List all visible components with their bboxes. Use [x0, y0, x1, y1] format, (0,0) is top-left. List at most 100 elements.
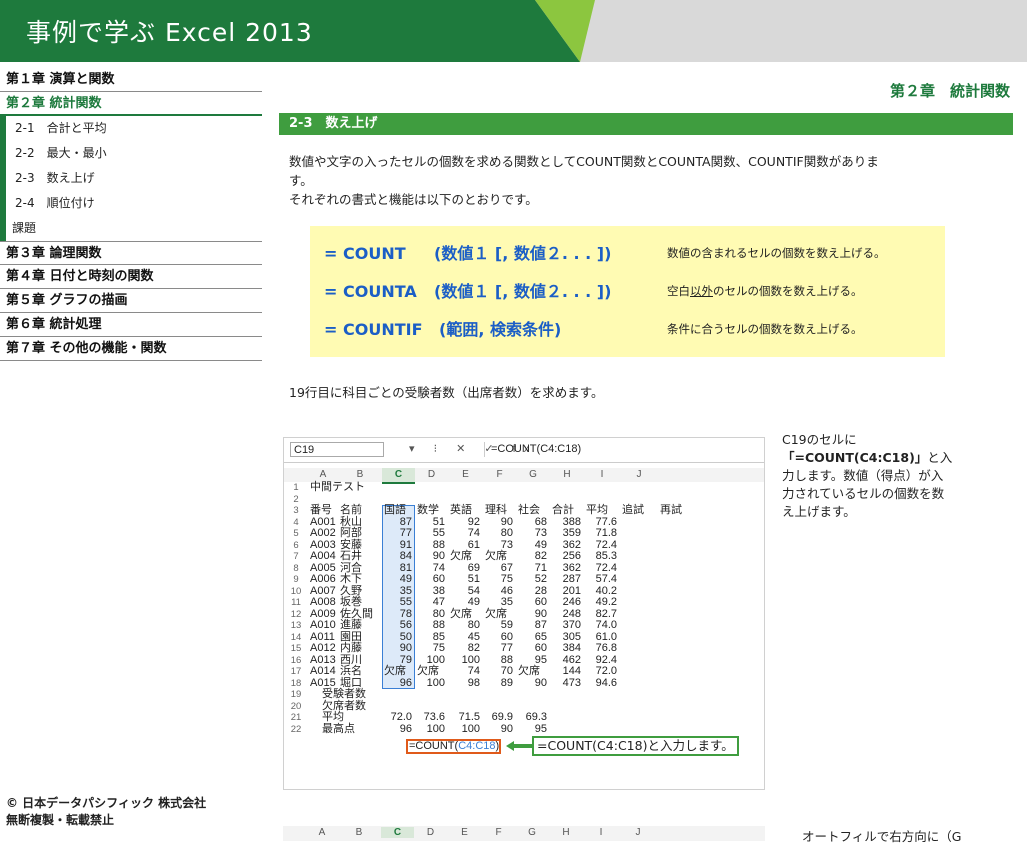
sheet-cell: A014 — [310, 665, 336, 677]
column-header-f: F — [496, 469, 503, 480]
sheet-row: 20 欠席者数 — [284, 700, 764, 713]
sheet-cell: 55 — [432, 527, 445, 539]
column-header-c: C — [381, 827, 414, 838]
row-number: 6 — [293, 539, 299, 551]
sheet-cell: 84 — [399, 550, 412, 562]
sidebar-nav: 第１章 演算と関数 第２章 統計関数 2-1 合計と平均 2-2 最大・最小 2… — [0, 68, 262, 361]
formula-bar-value: =COUNT(C4:C18) — [484, 442, 761, 457]
sheet-cell: 82 — [534, 550, 547, 562]
site-title: 事例で学ぶ Excel 2013 — [26, 18, 313, 47]
nav-chapter-3[interactable]: 第３章 論理関数 — [0, 241, 262, 265]
nav-chapter-5[interactable]: 第５章 グラフの描画 — [0, 289, 262, 313]
nav-sub-exercise[interactable]: 課題 — [6, 216, 262, 241]
side-text: と入 — [927, 450, 953, 465]
desc-part: のセルの個数を数え上げる。 — [713, 284, 863, 298]
desc-underlined: 以外 — [690, 284, 713, 298]
nav-sub-2-4[interactable]: 2-4 順位付け — [6, 191, 262, 216]
sheet-cell: 70 — [500, 665, 513, 677]
sheet-cell: 75 — [432, 642, 445, 654]
row-number: 18 — [290, 677, 302, 689]
sheet-cell: 番号 — [310, 504, 332, 516]
sheet-cell: 60 — [534, 642, 547, 654]
sheet-cell: 中間テスト — [310, 481, 365, 493]
column-header-e: E — [461, 827, 468, 838]
side-line: え上げます。 — [782, 504, 856, 519]
column-header-h: H — [563, 469, 571, 480]
func-name: = COUNT — [324, 244, 406, 263]
nav-chapter-6[interactable]: 第６章 統計処理 — [0, 313, 262, 337]
c19-formula-cell: =COUNT(C4:C18) — [406, 739, 501, 754]
row-number: 5 — [293, 528, 299, 539]
nav-sub-2-2[interactable]: 2-2 最大・最小 — [6, 141, 262, 166]
sheet-cell: 57.4 — [595, 573, 617, 585]
side-formula: 「=COUNT(C4:C18)」 — [782, 450, 928, 465]
sheet-cell: 欠席 — [485, 550, 507, 562]
sheet-cell: 49.2 — [595, 596, 617, 608]
sheet-cell: 75 — [500, 573, 513, 585]
nav-sub-2-1[interactable]: 2-1 合計と平均 — [6, 116, 262, 141]
sheet-cell: 256 — [562, 550, 581, 562]
column-header-g: G — [529, 469, 537, 480]
intro-line-3: それぞれの書式と機能は以下のとおりです。 — [289, 192, 538, 207]
sheet-row: 1 中間テスト — [284, 481, 764, 494]
section-title-bar: 2-3 数え上げ — [279, 113, 1013, 135]
chapter-heading: 第２章 統計関数 — [889, 82, 1010, 100]
sheet-row: 17 A014 浜名 欠席 欠席 74 70 欠席 144 72.0 — [284, 665, 764, 678]
sheet-cell: 社会 — [518, 504, 540, 516]
sheet-cell: 平均 — [322, 711, 344, 723]
row19-instruction: 19行目に科目ごとの受験者数（出席者数）を求めます。 — [289, 385, 604, 400]
row-number: 3 — [293, 505, 299, 516]
row-number: 1 — [293, 482, 299, 493]
sheet-cell: 平均 — [586, 504, 608, 516]
func-args: (範囲, 検索条件) — [439, 320, 562, 339]
nav-chapter-7[interactable]: 第７章 その他の機能・関数 — [0, 337, 262, 361]
sheet-cell: 473 — [562, 676, 581, 689]
left-arrow-icon — [506, 741, 532, 751]
column-header-j: J — [636, 469, 642, 480]
sheet-cell: 阿部 — [340, 527, 362, 539]
nav-chapter-1[interactable]: 第１章 演算と関数 — [0, 68, 262, 92]
func-name: = COUNTIF — [324, 320, 423, 339]
sheet-cell: 100 — [461, 722, 480, 735]
sheet-cell: 98 — [467, 676, 480, 689]
nav-chapter-2[interactable]: 第２章 統計関数 — [0, 92, 262, 116]
sheet-cell: 60 — [534, 596, 547, 608]
formula-part: =COUNT( — [409, 740, 459, 752]
sheet-cell: 100 — [426, 722, 445, 735]
syntax-row-counta: = COUNTA (数値１ [, 数値２. . . ]) — [324, 282, 611, 302]
sheet-cell: 52 — [534, 573, 547, 585]
row-number: 20 — [290, 700, 302, 712]
intro-paragraph: 数値や文字の入ったセルの個数を求める関数としてCOUNT関数とCOUNTA関数、… — [289, 152, 969, 209]
nav-chapter-4[interactable]: 第４章 日付と時刻の関数 — [0, 265, 262, 289]
sheet-cell: 坂巻 — [340, 596, 362, 608]
column-header-g: G — [528, 827, 536, 838]
sheet-cell: 100 — [426, 676, 445, 689]
input-callout: =COUNT(C4:C18)と入力します。 — [532, 736, 739, 756]
formula-part: ) — [495, 740, 500, 752]
sheet-cell: 94.6 — [595, 676, 617, 689]
row-number: 9 — [293, 574, 299, 585]
row-number: 22 — [290, 723, 302, 735]
sheet-row: 3 番号 名前 国語 数学 英語 理科 社会 合計 平均 追試 再試 — [284, 504, 764, 517]
sheet-cell: 74 — [467, 665, 480, 677]
side-line: C19のセルに — [782, 432, 857, 447]
syntax-row-countif: = COUNTIF (範囲, 検索条件) — [324, 320, 561, 340]
sheet-cell: 71.8 — [595, 527, 617, 539]
sheet-cell: 370 — [562, 619, 581, 631]
column-header-f: F — [495, 827, 502, 838]
sheet-cell: A012 — [310, 642, 336, 654]
column-header-d: D — [427, 469, 436, 480]
sheet-cell: A008 — [310, 596, 336, 608]
sheet-cell: 359 — [562, 527, 581, 539]
column-header-i: I — [600, 469, 604, 480]
sheet-cell: 90 — [500, 722, 513, 735]
sheet-cell: 追試 — [622, 504, 644, 516]
sheet-row: 15 A012 内藤 90 75 82 77 60 384 76.8 — [284, 642, 764, 655]
intro-line-1: 数値や文字の入ったセルの個数を求める関数としてCOUNT関数とCOUNTA関数、… — [289, 154, 879, 169]
sheet-cell: 69.9 — [491, 711, 513, 723]
sheet-cell: A006 — [310, 573, 336, 585]
row-number: 14 — [290, 631, 302, 643]
nav-sub-2-3[interactable]: 2-3 数え上げ — [6, 166, 262, 191]
row-number: 16 — [290, 654, 302, 666]
excel-screenshot-2-headers: A B C D E F G H I J — [283, 826, 765, 841]
